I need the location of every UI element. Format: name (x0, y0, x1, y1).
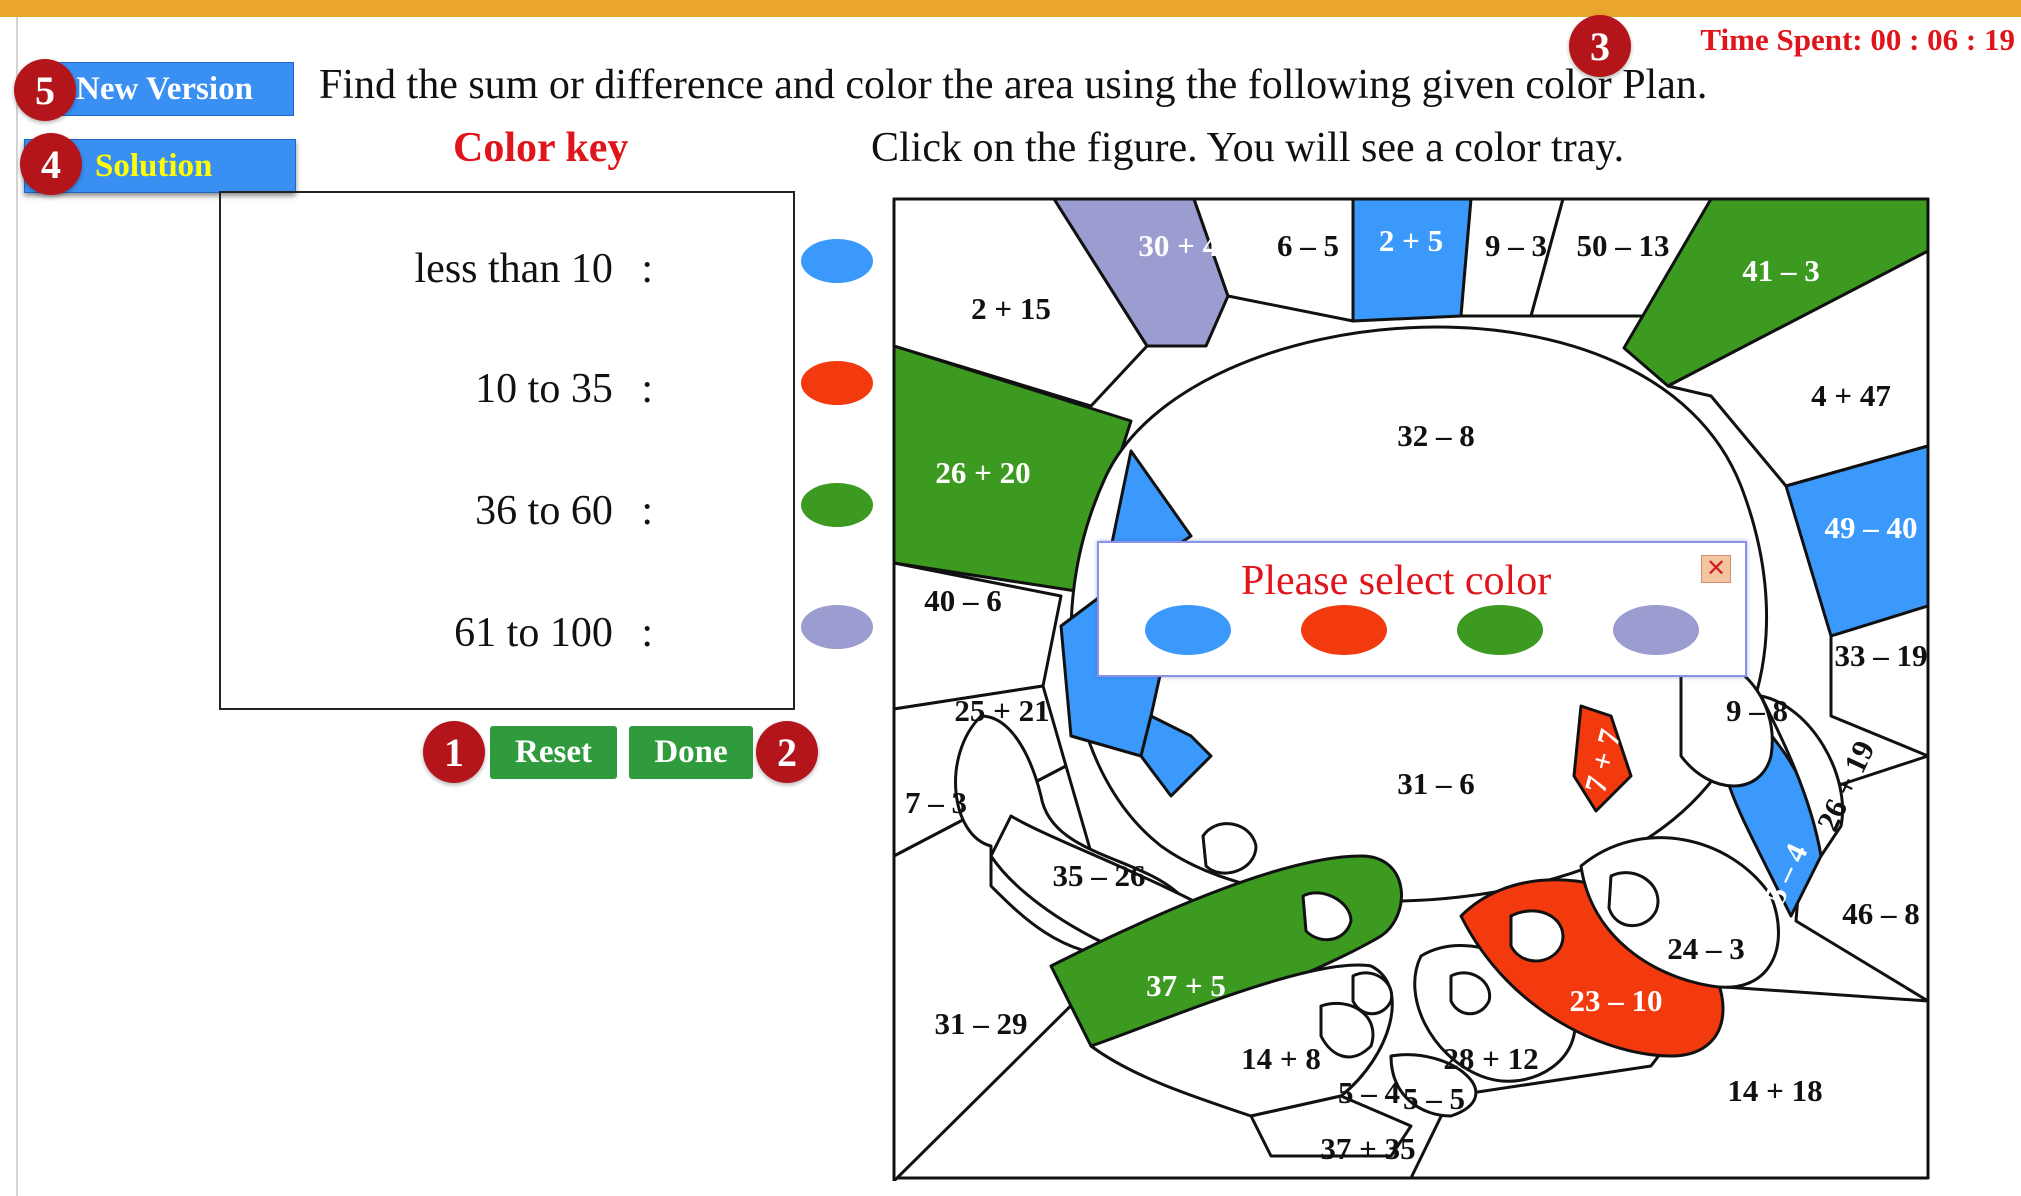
popup-color-green[interactable] (1457, 605, 1543, 655)
color-key-row: 36 to 60 : (475, 487, 653, 535)
color-swatch-blue (801, 239, 873, 283)
new-version-button[interactable]: New Version (40, 62, 294, 116)
region-label: 28 + 12 (1443, 1041, 1538, 1076)
color-key-separator: : (641, 488, 653, 534)
color-key-row: 10 to 35 : (475, 365, 653, 413)
color-key-label: 36 to 60 (475, 488, 613, 534)
done-button[interactable]: Done (629, 726, 753, 779)
region-label: 46 – 8 (1842, 896, 1920, 931)
badge-2: 2 (756, 721, 818, 783)
region-label: 49 – 40 (1825, 510, 1918, 545)
region-label: 24 – 3 (1667, 931, 1745, 966)
color-swatch-red (801, 361, 873, 405)
color-key-label: 10 to 35 (475, 366, 613, 412)
region-label: 26 + 20 (935, 455, 1030, 490)
color-key-row: 61 to 100 : (454, 609, 653, 657)
left-divider (16, 17, 18, 1196)
color-key-row: less than 10 : (415, 245, 653, 293)
color-key-separator: : (641, 610, 653, 656)
color-key-label: 61 to 100 (454, 610, 613, 656)
color-swatch-purple (801, 605, 873, 649)
region-label: 32 – 8 (1397, 418, 1475, 453)
color-key-title: Color key (453, 125, 629, 171)
region-label: 9 – 8 (1726, 693, 1788, 728)
reset-button[interactable]: Reset (490, 726, 617, 779)
region-label: 37 + 35 (1320, 1131, 1415, 1166)
region-label: 14 + 18 (1727, 1073, 1822, 1108)
region-label: 9 – 3 (1485, 228, 1547, 263)
region-label: 50 – 13 (1577, 228, 1670, 263)
time-spent-label: Time Spent: 00 : 06 : 19 (1700, 22, 2015, 57)
color-key-box: less than 10 : 10 to 35 : 36 to 60 : 61 … (219, 191, 873, 710)
fingernail-shape (1509, 909, 1565, 963)
coloring-figure[interactable]: 30 + 48 6 – 5 2 + 5 9 – 3 50 – 13 41 – 3… (891, 196, 1931, 1181)
region-2-plus-5[interactable] (1351, 197, 1473, 323)
region-label: 2 + 5 (1379, 223, 1443, 258)
region-label: 31 – 6 (1397, 766, 1475, 801)
badge-1: 1 (423, 721, 485, 783)
popup-color-red[interactable] (1301, 605, 1387, 655)
region-label: 14 + 8 (1241, 1041, 1321, 1076)
region-label: 33 – 19 (1835, 638, 1928, 673)
popup-color-blue[interactable] (1145, 605, 1231, 655)
color-swatch-green (801, 483, 873, 527)
fingernail-shape (1201, 822, 1258, 875)
region-label: 40 – 6 (924, 583, 1002, 618)
badge-5: 5 (14, 59, 76, 121)
region-label: 7 – 3 (905, 785, 967, 820)
close-icon[interactable]: ✕ (1701, 555, 1731, 583)
region-label: 5 – 4 (1338, 1075, 1400, 1110)
region-label: 31 – 29 (935, 1006, 1028, 1041)
instruction-text: Find the sum or difference and color the… (319, 62, 1708, 108)
popup-color-purple[interactable] (1613, 605, 1699, 655)
region-label: 2 + 15 (971, 291, 1051, 326)
color-key-label: less than 10 (414, 246, 613, 292)
badge-4: 4 (20, 133, 82, 195)
region-label: 6 – 5 (1277, 228, 1339, 263)
color-select-popup: Please select color ✕ (1097, 541, 1747, 677)
region-label: 30 + 48 (1138, 228, 1233, 263)
sub-instruction-text: Click on the figure. You will see a colo… (871, 125, 1625, 171)
color-key-separator: : (641, 366, 653, 412)
region-label: 4 + 47 (1811, 378, 1891, 413)
region-label: 23 – 10 (1570, 983, 1663, 1018)
region-label: 37 + 5 (1146, 968, 1226, 1003)
region-label: 35 – 26 (1053, 858, 1146, 893)
region-label: 41 – 3 (1742, 253, 1820, 288)
top-accent-bar (0, 0, 2021, 17)
region-label: 5 – 5 (1403, 1081, 1465, 1116)
region-label: 25 + 21 (954, 693, 1049, 728)
popup-title: Please select color (1241, 558, 1552, 604)
color-key-separator: : (641, 246, 653, 292)
